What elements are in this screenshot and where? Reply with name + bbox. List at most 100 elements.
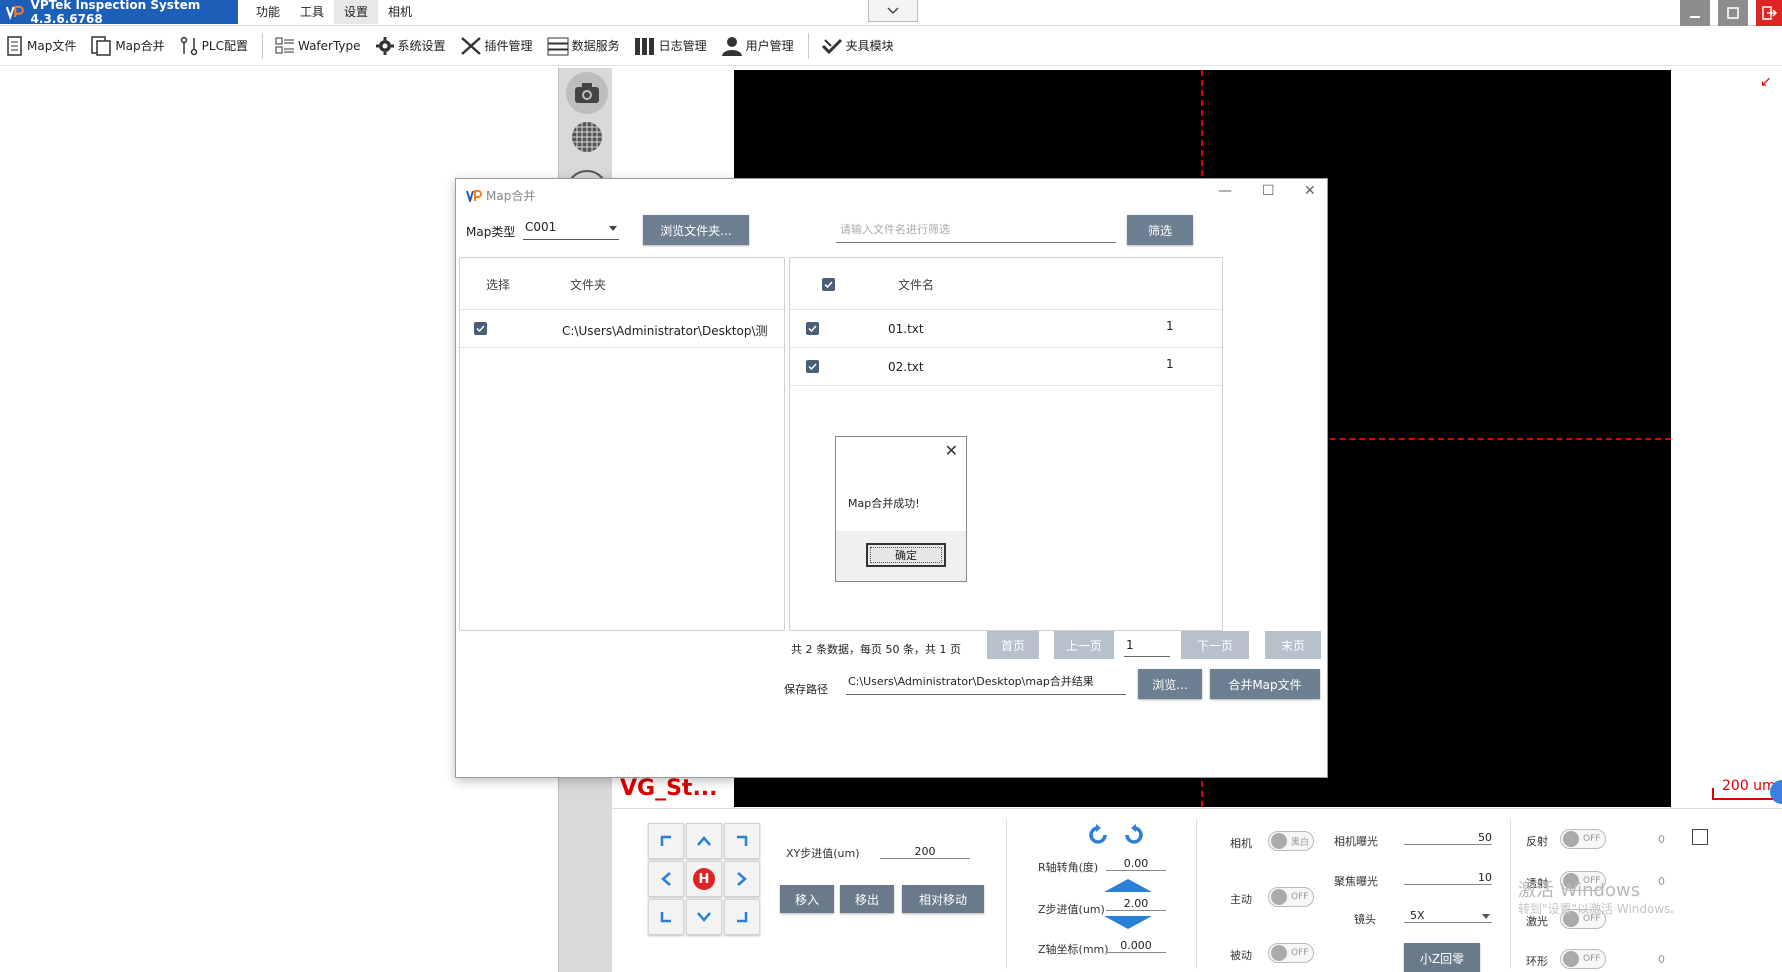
last-page-button[interactable]: 末页: [1265, 631, 1321, 659]
menu-function[interactable]: 功能: [246, 0, 290, 24]
merge-map-button[interactable]: 合并Map文件: [1210, 669, 1320, 699]
table-row[interactable]: 02.txt 1: [790, 348, 1222, 386]
dialog-maximize-button[interactable]: ☐: [1262, 183, 1275, 199]
crosshair-horizontal: [1300, 438, 1671, 440]
minimize-button[interactable]: [1680, 0, 1710, 26]
reflect-toggle[interactable]: OFF: [1560, 829, 1606, 849]
toolbar-data-service[interactable]: 数据服务: [547, 30, 620, 62]
browse-folder-button[interactable]: 浏览文件夹...: [643, 215, 749, 245]
pager-per-page: 50: [885, 643, 900, 656]
page-number-input[interactable]: 1: [1124, 633, 1170, 657]
folder-table-header: 选择 文件夹: [460, 258, 784, 310]
toolbar-label: PLC配置: [201, 39, 248, 53]
next-page-button[interactable]: 下一页: [1181, 631, 1249, 659]
tools-icon: [460, 36, 481, 55]
menu-tools[interactable]: 工具: [290, 0, 334, 24]
wafer-grid-icon: [572, 122, 602, 152]
z-down-arrow-icon[interactable]: [1102, 915, 1154, 931]
ring-toggle[interactable]: OFF: [1560, 949, 1606, 969]
active-label: 主动: [1230, 893, 1252, 906]
first-page-button[interactable]: 首页: [987, 631, 1039, 659]
xy-step-input[interactable]: 200: [880, 845, 970, 859]
title-bar: VPTek Inspection System 4.3.6.6768 功能 工具…: [0, 0, 1782, 26]
move-down-right-button[interactable]: [724, 899, 760, 935]
reflect-checkbox[interactable]: [1692, 829, 1708, 845]
dialog-close-button[interactable]: ✕: [1304, 183, 1316, 199]
row-checkbox[interactable]: [806, 322, 819, 335]
home-button[interactable]: H: [686, 861, 722, 897]
r-angle-input[interactable]: 0.00: [1106, 857, 1166, 871]
move-up-button[interactable]: [686, 823, 722, 859]
vp-logo-icon: [466, 189, 482, 202]
passive-toggle[interactable]: OFF: [1268, 943, 1314, 963]
camera-mode-toggle[interactable]: 黑白: [1268, 831, 1314, 851]
chevron-right-icon: [737, 872, 747, 886]
views-collapse-tab[interactable]: [868, 0, 918, 22]
viewer-overlay-label: VG_St...: [620, 776, 718, 801]
select-all-checkbox[interactable]: [822, 278, 835, 291]
rotate-cw-icon[interactable]: [1122, 823, 1146, 847]
toolbar-label: 插件管理: [484, 39, 533, 53]
check-icon: [808, 363, 817, 370]
small-z-home-button[interactable]: 小Z回零: [1404, 943, 1480, 972]
move-down-button[interactable]: [686, 899, 722, 935]
toolbar-fixture-module[interactable]: 夹具模块: [821, 30, 894, 62]
prev-page-button[interactable]: 上一页: [1054, 631, 1114, 659]
menu-settings[interactable]: 设置: [334, 0, 379, 24]
camera-exposure-input[interactable]: 50: [1404, 831, 1492, 845]
server-icon: [547, 37, 569, 55]
toolbar-label: Map文件: [27, 39, 77, 53]
exit-button[interactable]: [1756, 0, 1782, 26]
corner-up-left-icon: [660, 835, 671, 846]
menu-camera[interactable]: 相机: [378, 0, 422, 24]
move-up-right-button[interactable]: [724, 823, 760, 859]
map-type-select[interactable]: C001: [523, 220, 619, 240]
xy-step-label: XY步进值(um): [786, 847, 860, 860]
maximize-button[interactable]: [1718, 0, 1748, 26]
toolbar-system-settings[interactable]: 系统设置: [375, 30, 446, 62]
toolbar: Map文件 Map合并 PLC配置 WaferType 系统设置 插件管理 数据…: [0, 26, 1782, 66]
toolbar-plc-config[interactable]: PLC配置: [179, 30, 248, 62]
save-path-input[interactable]: C:\Users\Administrator\Desktop\map合并结果: [846, 669, 1126, 695]
app-title-badge: VPTek Inspection System 4.3.6.6768: [0, 0, 238, 26]
table-row[interactable]: C:\Users\Administrator\Desktop\测: [460, 310, 784, 348]
toolbar-map-file[interactable]: Map文件: [6, 30, 76, 62]
rotate-ccw-icon[interactable]: [1086, 823, 1110, 847]
browse-button[interactable]: 浏览...: [1138, 669, 1202, 699]
maximize-icon: [1727, 7, 1739, 19]
floating-action-button[interactable]: [1770, 780, 1782, 804]
z-step-input[interactable]: 2.00: [1106, 897, 1166, 911]
row-checkbox[interactable]: [806, 360, 819, 373]
wafer-grid-button[interactable]: [566, 116, 608, 158]
relative-move-button[interactable]: 相对移动: [902, 885, 984, 913]
toolbar-log-management[interactable]: 日志管理: [634, 30, 707, 62]
move-right-button[interactable]: [724, 861, 760, 897]
lens-select[interactable]: 5X: [1404, 909, 1492, 923]
active-toggle[interactable]: OFF: [1268, 887, 1314, 907]
toolbar-label: 日志管理: [658, 39, 707, 53]
move-out-button[interactable]: 移出: [840, 885, 894, 913]
toolbar-map-merge[interactable]: Map合并: [90, 30, 165, 62]
check-icon: [824, 281, 833, 288]
z-up-arrow-icon[interactable]: [1102, 877, 1154, 893]
collapse-arrow-icon[interactable]: ↙: [1760, 74, 1772, 90]
row-checkbox[interactable]: [474, 322, 487, 335]
file-count: 1: [1166, 319, 1174, 333]
camera-capture-button[interactable]: [566, 72, 608, 114]
toolbar-plugin-management[interactable]: 插件管理: [460, 30, 533, 62]
move-left-button[interactable]: [648, 861, 684, 897]
message-close-button[interactable]: ✕: [945, 441, 958, 460]
focus-exposure-input[interactable]: 10: [1404, 871, 1492, 885]
dialog-minimize-button[interactable]: —: [1218, 183, 1232, 199]
filename-filter-input[interactable]: 请输入文件名进行筛选: [836, 215, 1116, 243]
move-in-button[interactable]: 移入: [780, 885, 834, 913]
toolbar-user-management[interactable]: 用户管理: [721, 30, 794, 62]
filter-button[interactable]: 筛选: [1127, 215, 1193, 245]
save-path-label: 保存路径: [784, 683, 828, 696]
move-down-left-button[interactable]: [648, 899, 684, 935]
table-row[interactable]: 01.txt 1: [790, 310, 1222, 348]
move-up-left-button[interactable]: [648, 823, 684, 859]
toolbar-label: WaferType: [297, 38, 361, 53]
ok-button[interactable]: 确定: [866, 543, 946, 567]
toolbar-wafer-type[interactable]: WaferType: [275, 30, 361, 62]
